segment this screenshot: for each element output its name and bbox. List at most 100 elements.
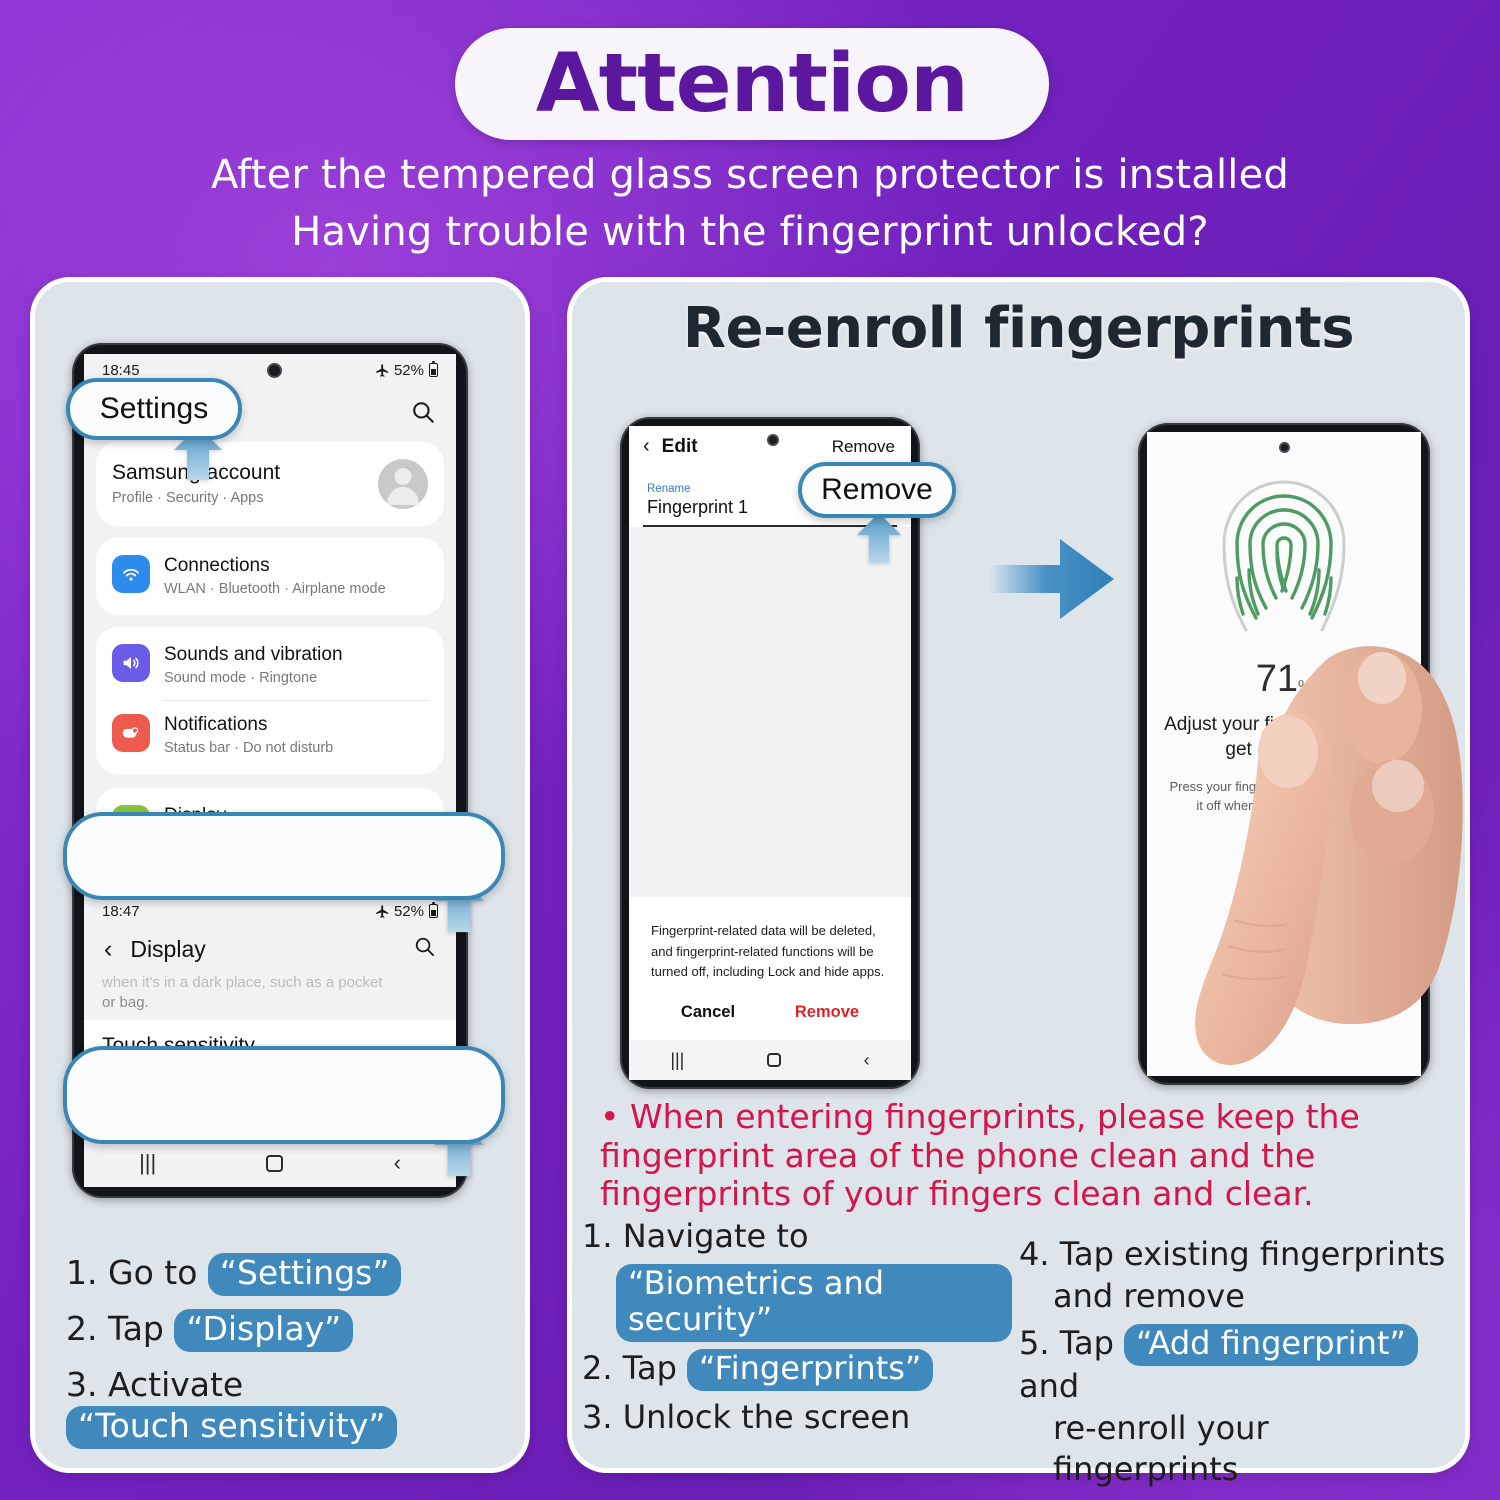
account-title: Samsung account <box>112 461 281 485</box>
step-text: Tap <box>622 1349 677 1388</box>
step-chip: “Touch sensitivity” <box>66 1406 398 1450</box>
step-text-cont: and remove <box>1053 1276 1245 1315</box>
avatar[interactable] <box>378 459 428 509</box>
right-panel-title: Re-enroll fingerprints <box>682 296 1355 361</box>
chevron-left-icon[interactable]: ‹ <box>104 936 112 962</box>
bullet-icon: • <box>600 1097 620 1136</box>
step-number: 2. <box>66 1308 98 1348</box>
faded-text-line-1: when it's in a dark place, such as a poc… <box>102 974 383 991</box>
notification-icon <box>112 713 150 752</box>
callout-touch-sensitivity: Touch sensitivity <box>63 1046 505 1144</box>
scan-percent-symbol: % <box>1298 678 1313 695</box>
subtitle-line-2: Having trouble with the fingerprint unlo… <box>291 209 1209 255</box>
connections-title: Connections <box>164 555 270 576</box>
settings-row-notifications[interactable]: Notifications Status bar · Do not distur… <box>96 701 444 770</box>
home-icon[interactable] <box>767 1053 782 1067</box>
status-right-2: 52% <box>375 901 438 920</box>
edit-header: ‹ Edit Remove <box>629 426 911 467</box>
warning-text: When entering fingerprints, please keep … <box>600 1097 1360 1214</box>
display-screen-header: ‹ Display <box>84 927 456 973</box>
right-steps-column-1: 1. Navigate to “Biometrics and security”… <box>582 1216 1012 1445</box>
arrow-right-icon <box>988 539 1114 619</box>
callout-remove: Remove <box>798 462 956 518</box>
home-icon[interactable] <box>266 1154 284 1172</box>
list-item: 3. Activate “Touch sensitivity” <box>66 1364 536 1450</box>
step-chip: “Settings” <box>207 1253 402 1296</box>
battery-percent-2: 52% <box>393 902 424 920</box>
page-title: Attention <box>535 36 969 131</box>
account-row[interactable]: Samsung account Profile · Security · App… <box>96 446 444 522</box>
scan-percent-value: 71 <box>1255 658 1299 700</box>
fingerprint-graphic <box>1147 432 1421 646</box>
navigation-bar: ||| ‹ <box>84 1140 456 1186</box>
list-item: 1. Navigate to “Biometrics and security” <box>582 1216 1012 1343</box>
step-text: Go to <box>108 1253 198 1292</box>
step-text: Tap <box>108 1308 164 1348</box>
scan-percent: 71% <box>1147 658 1421 701</box>
sounds-notifications-card[interactable]: Sounds and vibration Sound mode · Ringto… <box>96 626 444 774</box>
step-number: 4. <box>1019 1235 1050 1273</box>
warning-note: • When entering fingerprints, please kee… <box>600 1097 1445 1214</box>
step-number: 1. <box>582 1217 613 1255</box>
step-number: 3. <box>582 1397 613 1436</box>
samsung-account-card[interactable]: Samsung account Profile · Security · App… <box>96 442 444 526</box>
step-text: Tap <box>1059 1324 1114 1363</box>
step-chip: “Add fingerprint” <box>1124 1324 1418 1366</box>
camera-notch-icon <box>267 363 282 378</box>
battery-icon <box>429 360 438 377</box>
speaker-icon <box>112 643 150 682</box>
airplane-icon <box>376 363 389 377</box>
connections-card[interactable]: Connections WLAN · Bluetooth · Airplane … <box>96 538 444 615</box>
battery-percent: 52% <box>393 361 424 379</box>
step-number: 1. <box>66 1253 98 1292</box>
notifications-title: Notifications <box>164 713 268 735</box>
step-chip: “Biometrics and security” <box>616 1263 1012 1343</box>
recents-icon[interactable]: ||| <box>670 1050 684 1071</box>
remove-action-button[interactable]: Remove <box>832 437 895 457</box>
status-right: 52% <box>375 360 438 379</box>
step-text: Activate <box>108 1364 244 1404</box>
scan-headline: Adjust your finger position to get a ful… <box>1164 714 1404 760</box>
step-text: Tap existing fingerprints <box>1059 1235 1446 1273</box>
right-steps-column-2: 4. Tap existing fingerprints and remove … <box>1019 1234 1459 1497</box>
sounds-subtitle: Sound mode · Ringtone <box>164 669 318 686</box>
list-item: 3. Unlock the screen <box>582 1397 1012 1439</box>
attention-banner: Attention <box>455 28 1049 140</box>
scan-phone-screen: 71% Adjust your finger position to get a… <box>1147 432 1421 1076</box>
sounds-text: Sounds and vibration Sound mode · Ringto… <box>164 644 428 687</box>
status-time-2: 18:47 <box>102 902 140 920</box>
wifi-icon <box>112 555 150 593</box>
step-number: 3. <box>66 1364 98 1404</box>
fingerprint-sensor-icon[interactable] <box>1252 904 1316 968</box>
recents-icon[interactable]: ||| <box>139 1150 156 1176</box>
connections-subtitle: WLAN · Bluetooth · Airplane mode <box>164 580 386 597</box>
step-text-cont: re-enroll your fingerprints <box>1053 1408 1269 1489</box>
account-subtitle: Profile · Security · Apps <box>112 489 264 506</box>
step-text: Unlock the screen <box>622 1397 911 1436</box>
connections-text: Connections WLAN · Bluetooth · Airplane … <box>164 555 428 598</box>
settings-row-connections[interactable]: Connections WLAN · Bluetooth · Airplane … <box>96 542 444 611</box>
back-icon[interactable]: ‹ <box>864 1050 870 1071</box>
list-item: 2. Tap “Fingerprints” <box>582 1348 1012 1391</box>
cancel-button[interactable]: Cancel <box>681 1003 735 1022</box>
scan-subtext: Press your finger on the sensor, then li… <box>1169 779 1399 813</box>
step-chip: “Fingerprints” <box>687 1349 934 1391</box>
navigation-bar: ||| ‹ <box>629 1040 911 1080</box>
fingerprint-icon <box>1222 480 1346 632</box>
list-item: 2. Tap “Display” <box>66 1308 536 1352</box>
back-icon[interactable]: ‹ <box>394 1150 401 1176</box>
search-icon[interactable] <box>413 935 436 958</box>
step-text-after: and <box>1019 1366 1080 1405</box>
airplane-icon <box>376 904 389 918</box>
remove-button[interactable]: Remove <box>795 1003 859 1022</box>
search-icon[interactable] <box>410 399 436 425</box>
step-text: Navigate to <box>622 1217 809 1255</box>
edit-header-left: ‹ Edit <box>643 435 698 458</box>
edit-body <box>629 527 911 898</box>
notifications-subtitle: Status bar · Do not disturb <box>164 739 334 756</box>
callout-settings-label: Settings <box>99 392 209 425</box>
notifications-text: Notifications Status bar · Do not distur… <box>164 714 428 757</box>
settings-row-sounds[interactable]: Sounds and vibration Sound mode · Ringto… <box>96 631 444 700</box>
chevron-left-icon[interactable]: ‹ <box>643 435 650 458</box>
remove-dialog: Fingerprint-related data will be deleted… <box>629 897 911 1040</box>
